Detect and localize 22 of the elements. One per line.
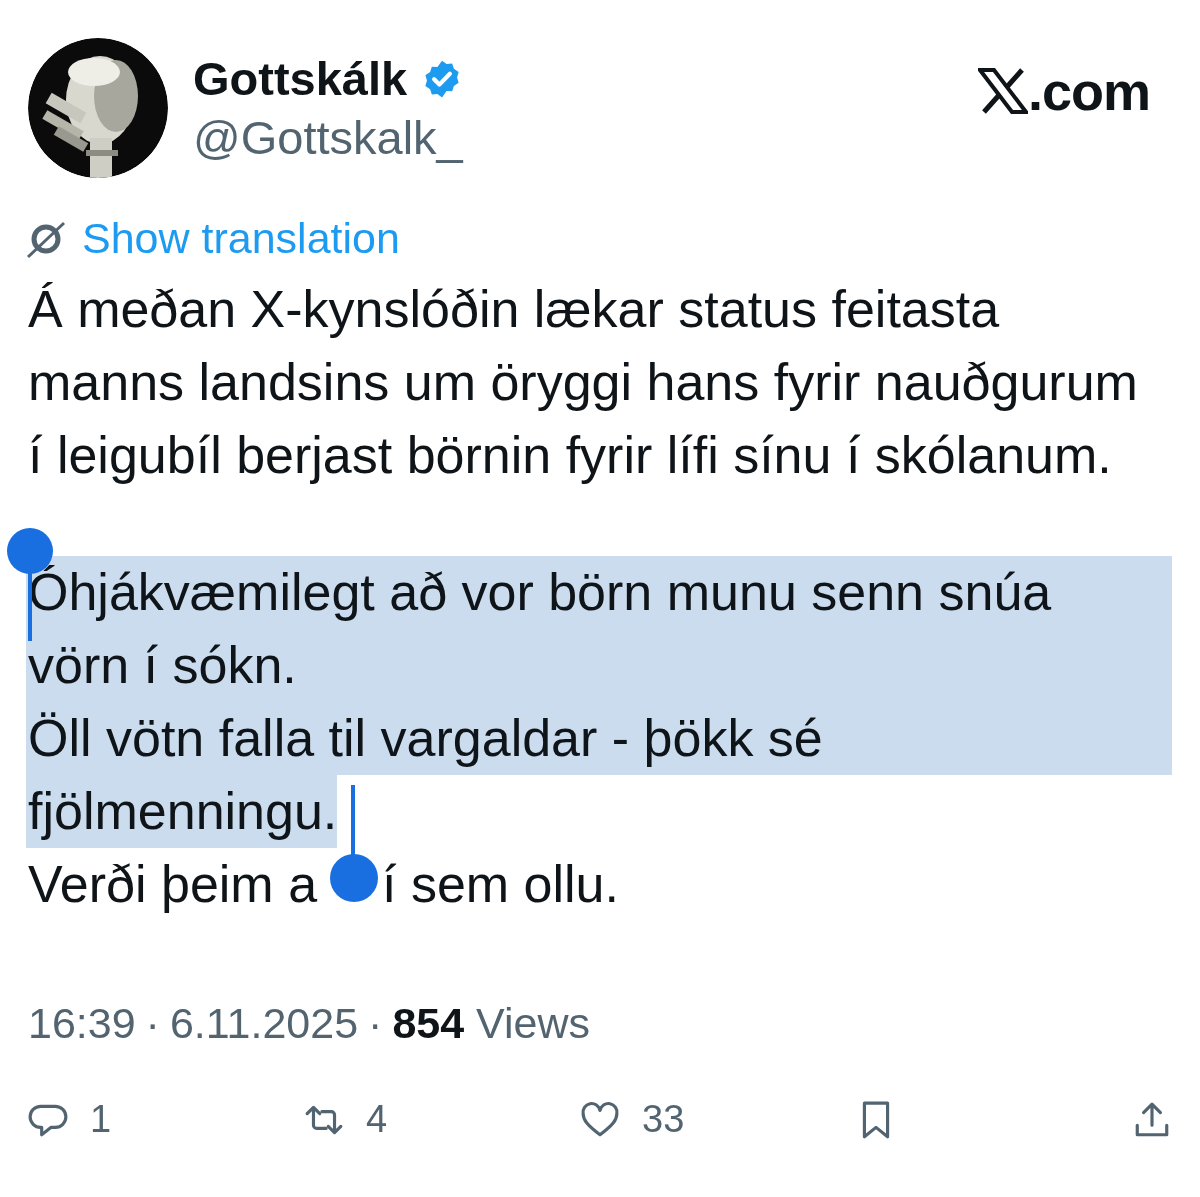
tweet-text: í leigubíl berjast börnin fyrir lífi sínu í skólanum. xyxy=(28,426,1112,484)
views-label: Views xyxy=(476,999,590,1047)
action-count: 1 xyxy=(90,1098,112,1141)
tweet-text: vörn í sókn. xyxy=(26,629,1172,702)
tweet-text: Á meðan X-kynslóðin lækar status feitasta xyxy=(28,280,1000,338)
tweet-text: Verði þeim a xyxy=(28,855,318,913)
site-label: .com xyxy=(1027,60,1150,122)
author-name[interactable]: Gottskálk xyxy=(193,51,408,106)
tweet-text: Óhjákvæmilegt að vor börn munu senn snúa xyxy=(26,556,1172,629)
tweet-text: manns landsins um öryggi hans fyrir nauðgurum xyxy=(28,353,1138,411)
separator-dot: · xyxy=(368,999,383,1048)
tweet-text: Öll vötn falla til vargaldar - þökk sé xyxy=(26,702,1172,775)
tweet-text: í sem ollu. xyxy=(382,855,619,913)
action-count: 33 xyxy=(642,1098,685,1141)
post-date[interactable]: 6.11.2025 xyxy=(169,999,359,1048)
author-handle[interactable]: @Gottskalk_ xyxy=(193,110,978,165)
x-logo-icon xyxy=(977,68,1028,114)
tweet-text: fjölmenningu. xyxy=(26,775,338,848)
action-count: 4 xyxy=(366,1098,388,1141)
timestamp[interactable]: 16:39 xyxy=(28,999,136,1048)
views-count: 854 xyxy=(392,999,465,1047)
separator-dot: · xyxy=(145,999,160,1048)
